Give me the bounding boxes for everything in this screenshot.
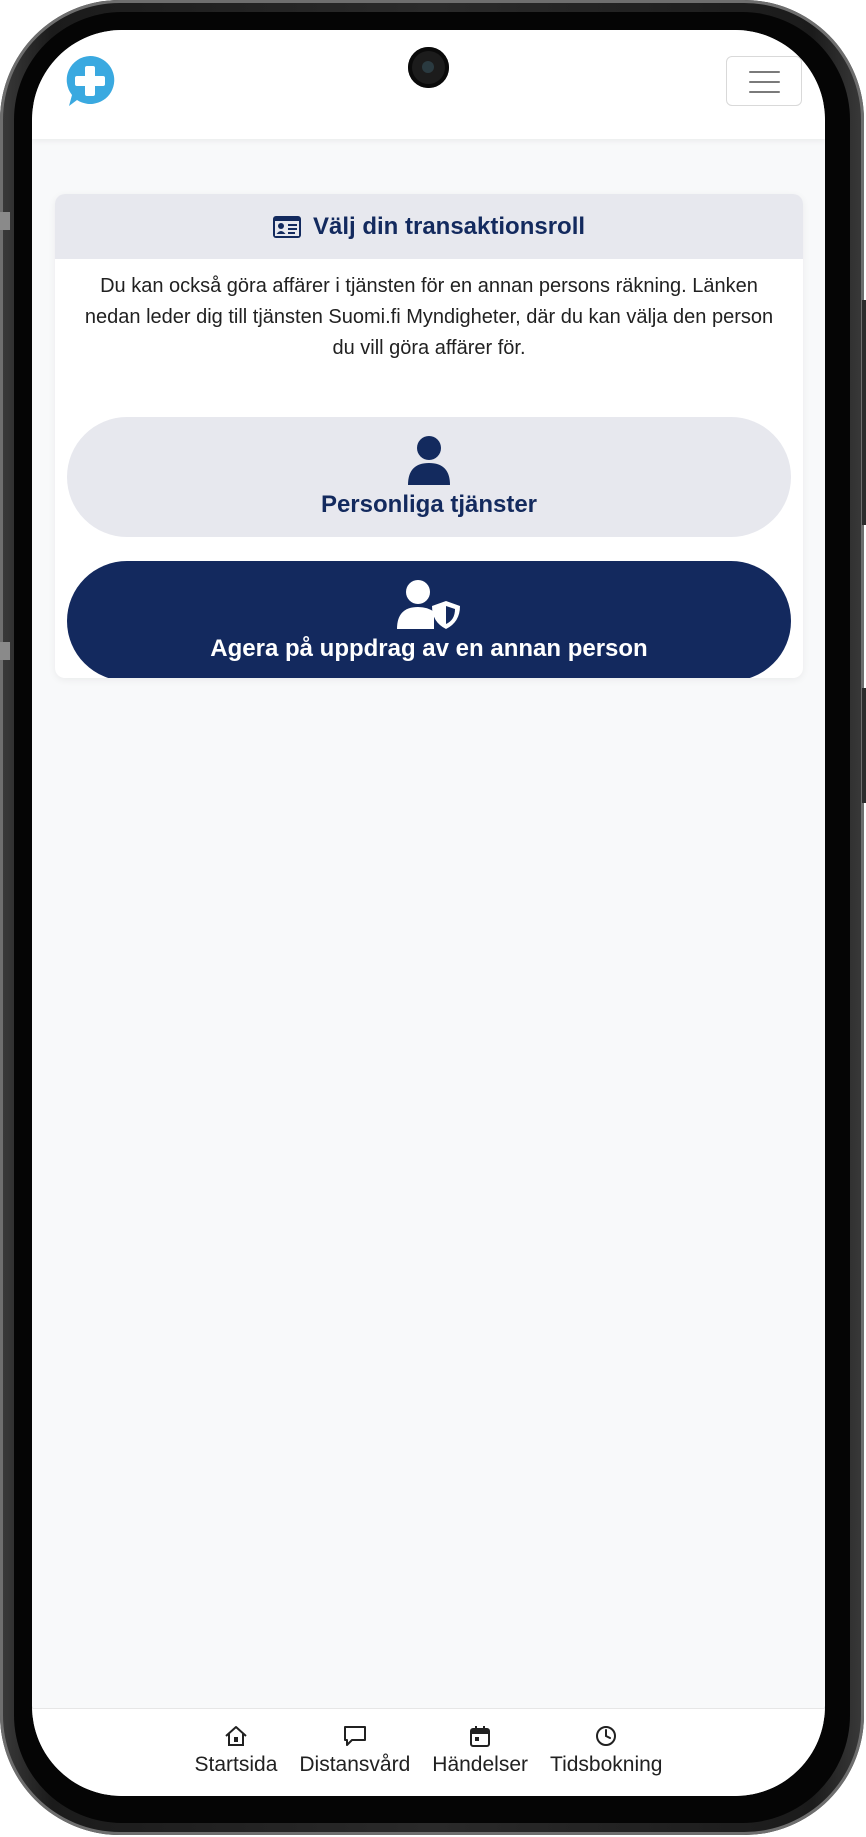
home-icon (225, 1726, 247, 1746)
frame-mark (0, 642, 10, 660)
transaction-role-card: Välj din transaktionsroll Du kan också g… (55, 194, 803, 678)
chat-icon (343, 1726, 366, 1746)
frame-mark (0, 212, 10, 230)
nav-label: Startsida (194, 1753, 278, 1776)
top-navbar (32, 30, 825, 139)
volume-button (862, 300, 866, 525)
user-shield-icon (397, 580, 460, 629)
nav-item-events[interactable]: Händelser (432, 1725, 528, 1796)
personal-services-button[interactable]: Personliga tjänster (67, 417, 791, 537)
hamburger-menu-button[interactable] (726, 56, 802, 106)
nav-label: Distansvård (299, 1753, 411, 1776)
app-screen: Välj din transaktionsroll Du kan också g… (32, 30, 825, 1796)
bottom-navigation: Startsida Distansvård Händelser Tidsbokn… (32, 1708, 825, 1796)
nav-item-booking[interactable]: Tidsbokning (550, 1725, 662, 1796)
card-title: Välj din transaktionsroll (312, 212, 586, 240)
hamburger-line (749, 91, 780, 93)
front-camera (408, 47, 449, 88)
user-icon (408, 436, 450, 485)
medical-cross-chat-bubble-icon[interactable] (63, 54, 117, 108)
act-on-behalf-label: Agera på uppdrag av en annan person (210, 635, 648, 662)
calendar-icon (470, 1726, 491, 1747)
id-card-icon (272, 215, 301, 238)
nav-label: Händelser (432, 1753, 529, 1776)
hamburger-menu-icon (749, 71, 780, 73)
act-on-behalf-button[interactable]: Agera på uppdrag av en annan person (67, 561, 791, 678)
nav-item-home[interactable]: Startsida (194, 1725, 278, 1796)
power-button (862, 688, 866, 803)
nav-label: Tidsbokning (550, 1753, 663, 1776)
clock-icon (596, 1726, 617, 1746)
personal-services-label: Personliga tjänster (320, 491, 538, 518)
card-description: Du kan också göra affärer i tjänsten för… (84, 275, 774, 359)
card-header: Välj din transaktionsroll (55, 194, 803, 259)
hamburger-line (749, 81, 780, 83)
nav-item-distance-care[interactable]: Distansvård (299, 1725, 410, 1796)
